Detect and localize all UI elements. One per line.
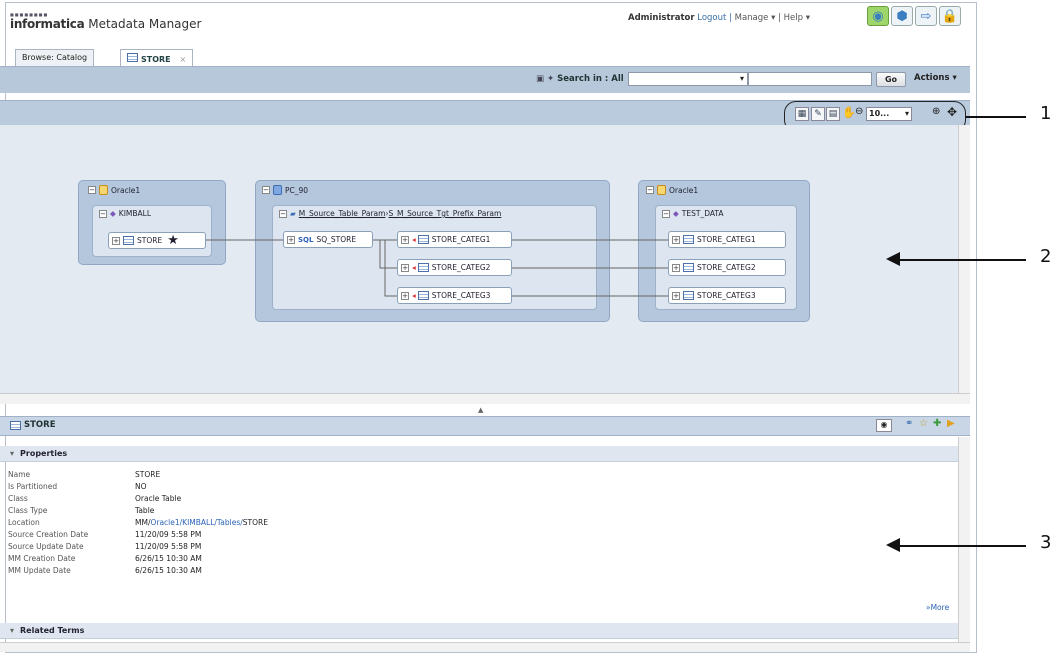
location-link[interactable]: Oracle1/KIMBALL/Tables/ [150, 518, 242, 527]
prop-key: Source Update Date [8, 542, 84, 551]
details-header [0, 416, 970, 436]
star-icon: ★ [167, 233, 179, 248]
manage-menu[interactable]: Manage ▾ | [735, 13, 781, 23]
prop-key: Location [8, 518, 40, 527]
prop-key: Class [8, 494, 28, 503]
callout-arrow-3 [896, 545, 1026, 547]
help-menu[interactable]: Help ▾ [784, 13, 810, 23]
node-store-categ1[interactable]: + ◂ STORE_CATEG1 [397, 231, 512, 248]
callout-2: 2 [1040, 246, 1052, 267]
prop-key: MM Update Date [8, 566, 71, 575]
header-links: Administrator Logout | Manage ▾ | Help ▾ [628, 13, 810, 23]
tab-store[interactable]: STORE × [120, 49, 194, 66]
prop-value: NO [135, 482, 147, 491]
callout-1: 1 [1040, 103, 1052, 124]
cube-icon[interactable]: ⬢ [891, 6, 913, 26]
arrowhead-3 [886, 538, 900, 552]
schema-icon: ◆ [673, 209, 679, 218]
node-store[interactable]: + STORE ★ [108, 232, 206, 249]
prop-value: Oracle Table [135, 494, 182, 503]
prop-value-location: MM/Oracle1/KIMBALL/Tables/STORE [135, 518, 268, 527]
schema-label: − ◆ KIMBALL [99, 209, 152, 218]
schema-icon: ◆ [110, 209, 116, 218]
node-sq-store[interactable]: + SQL SQ_STORE [283, 231, 373, 248]
sql-icon: SQL [298, 235, 314, 244]
arrow-right-icon[interactable]: ⇨ [915, 6, 937, 26]
table-icon [127, 53, 138, 62]
schema-label: − ◆ TEST_DATA [662, 209, 724, 218]
prop-value: STORE [135, 470, 161, 479]
collapse-icon: ▾ [10, 449, 15, 458]
bookmark-icon[interactable]: ☆ [919, 418, 928, 429]
properties-section-header[interactable]: ▾ Properties [0, 446, 958, 462]
link-icon[interactable]: ⚭ [905, 418, 913, 429]
search-label: ▣ ✦ Search in : All [536, 74, 624, 84]
mapping-label[interactable]: − ▰ M_Source_Table_Param › S_M_Source_Tgt_… [279, 209, 501, 218]
prop-value: 11/20/09 5:58 PM [135, 542, 202, 551]
app-logo: informatica Metadata Manager [10, 17, 202, 31]
details-vertical-scrollbar[interactable] [958, 437, 970, 642]
prop-key: Name [8, 470, 31, 479]
group-label: − PC_90 [262, 185, 309, 195]
more-link[interactable]: »More [926, 603, 949, 612]
callout-line-1 [966, 116, 1026, 118]
related-terms-section-header[interactable]: ▾ Related Terms [0, 623, 958, 639]
collapse-icon: ▾ [10, 626, 15, 635]
splitter-handle[interactable]: ▲ [478, 406, 483, 414]
prop-key: MM Creation Date [8, 554, 76, 563]
callout-3: 3 [1040, 532, 1052, 553]
prop-value: Table [135, 506, 155, 515]
search-input[interactable] [748, 72, 872, 86]
tab-browse-catalog[interactable]: Browse: Catalog [15, 49, 95, 66]
tag-icon[interactable]: ✚ [933, 418, 941, 429]
node-target-categ1[interactable]: + STORE_CATEG1 [668, 231, 786, 248]
node-store-categ2[interactable]: + ◂ STORE_CATEG2 [397, 259, 512, 276]
node-target-categ2[interactable]: + STORE_CATEG2 [668, 259, 786, 276]
tab-close-icon[interactable]: × [179, 55, 186, 64]
group-label: − Oracle1 [88, 185, 141, 195]
node-store-categ3[interactable]: + ◂ STORE_CATEG3 [397, 287, 512, 304]
arrowhead-2 [886, 252, 900, 266]
lock-icon[interactable]: 🔒 [939, 6, 961, 26]
refresh-icon[interactable]: ◉ [876, 419, 892, 432]
search-scope-select[interactable]: ▾ [628, 72, 748, 86]
actions-menu[interactable]: Actions ▾ [914, 73, 957, 83]
prop-key: Source Creation Date [8, 530, 89, 539]
prop-key: Is Partitioned [8, 482, 58, 491]
prop-value: 11/20/09 5:58 PM [135, 530, 202, 539]
user-name: Administrator [628, 13, 695, 23]
details-horizontal-scrollbar[interactable] [0, 642, 970, 652]
lineage-horizontal-scrollbar[interactable] [0, 393, 970, 404]
node-target-categ3[interactable]: + STORE_CATEG3 [668, 287, 786, 304]
prop-value: 6/26/15 10:30 AM [135, 554, 202, 563]
details-title: STORE [10, 420, 56, 430]
prop-key: Class Type [8, 506, 48, 515]
folder-icon[interactable]: ▶ [947, 418, 955, 429]
prop-value: 6/26/15 10:30 AM [135, 566, 202, 575]
eye-icon[interactable]: ◉ [867, 6, 889, 26]
search-scope-icon: ▣ ✦ [536, 74, 555, 84]
group-label: − Oracle1 [646, 185, 699, 195]
logout-link[interactable]: Logout | [697, 13, 732, 23]
go-button[interactable]: Go [876, 72, 906, 87]
callout-arrow-2 [896, 259, 1026, 261]
